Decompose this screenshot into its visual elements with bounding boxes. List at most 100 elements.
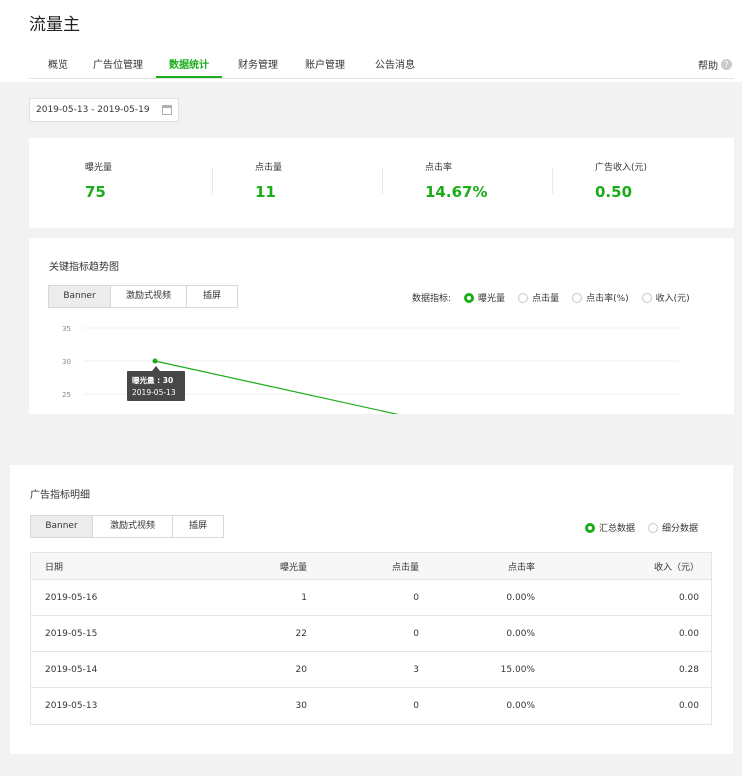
help-link[interactable]: 帮助 ?: [698, 57, 732, 72]
stat-label: 广告收入(元): [595, 163, 648, 173]
table-header: 日期 曝光量 点击量 点击率 收入（元）: [31, 553, 711, 580]
divider: [382, 168, 383, 194]
stat-impressions: 曝光量 75: [85, 160, 112, 201]
cell-clicks: 0: [413, 628, 419, 639]
table-row: 2019-05-15 22 0 0.00% 0.00: [31, 616, 711, 652]
cell-revenue: 0.00: [678, 592, 699, 603]
cell-date: 2019-05-15: [45, 628, 98, 639]
stat-revenue: 广告收入(元) 0.50: [595, 160, 647, 201]
metric-ctr[interactable]: 点击率(%): [572, 291, 629, 304]
stat-ctr: 点击率 14.67%: [425, 160, 487, 201]
help-label: 帮助: [698, 61, 718, 72]
view-breakdown[interactable]: 细分数据: [648, 521, 698, 534]
cell-impressions: 22: [295, 628, 307, 639]
cell-ctr: 15.00%: [500, 664, 535, 675]
detail-banner-button[interactable]: Banner: [31, 516, 93, 537]
stat-value: 14.67%: [425, 183, 488, 201]
radio-checked-icon: [585, 522, 595, 533]
radio-icon: [572, 292, 583, 303]
tooltip-line-1: 曝光量 : 30: [132, 375, 173, 385]
tooltip-line-2: 2019-05-13: [132, 388, 176, 397]
y-tick-label: 30: [62, 358, 71, 366]
trend-chart: 35 30 25 曝光量 : 30 2019-05-13: [62, 325, 679, 414]
view-text: 汇总数据: [599, 524, 636, 534]
cell-revenue: 0.00: [678, 628, 699, 639]
summary-card: 曝光量 75 点击量 11 点击率 14.67% 广告收入(元) 0.50: [29, 138, 734, 228]
metric-text: 曝光量: [478, 294, 506, 304]
upper-panel: 流量主 概览 广告位管理 数据统计 财务管理 账户管理 公告消息 帮助 ? 20…: [0, 0, 742, 414]
cell-ctr: 0.00%: [506, 592, 535, 603]
y-tick-label: 25: [62, 391, 71, 399]
metric-text: 收入(元): [655, 294, 690, 304]
view-selector: 汇总数据 细分数据: [572, 521, 698, 534]
main-nav: 概览 广告位管理 数据统计 财务管理 账户管理 公告消息 帮助 ?: [29, 49, 734, 79]
col-revenue: 收入（元）: [653, 562, 699, 573]
trend-rewarded-video-button[interactable]: 激励式视频: [111, 286, 187, 307]
detail-title: 广告指标明细: [30, 490, 90, 501]
divider: [212, 168, 213, 194]
trend-ad-type-switch: Banner 激励式视频 插屏: [48, 285, 238, 308]
date-range-value: 2019-05-13 - 2019-05-19: [36, 105, 150, 115]
table-row: 2019-05-16 1 0 0.00% 0.00: [31, 580, 711, 616]
view-text: 细分数据: [662, 524, 699, 534]
radio-icon: [518, 292, 529, 303]
help-icon: ?: [721, 59, 732, 70]
stat-label: 点击率: [425, 163, 453, 173]
col-impressions: 曝光量: [279, 562, 307, 573]
tab-overview[interactable]: 概览: [43, 56, 73, 78]
cell-revenue: 0.00: [678, 701, 699, 711]
tab-finance[interactable]: 财务管理: [237, 56, 279, 78]
cell-revenue: 0.28: [678, 664, 699, 675]
cell-impressions: 1: [301, 592, 307, 603]
date-range-picker[interactable]: 2019-05-13 - 2019-05-19: [29, 98, 179, 122]
radio-icon: [648, 522, 659, 533]
trend-banner-button[interactable]: Banner: [49, 286, 111, 307]
tab-account[interactable]: 账户管理: [304, 56, 346, 78]
stat-label: 曝光量: [85, 163, 113, 173]
detail-ad-type-switch: Banner 激励式视频 插屏: [30, 515, 224, 538]
stat-clicks: 点击量 11: [255, 160, 282, 201]
metric-selector: 数据指标: 曝光量 点击量 点击率(%) 收入(元): [412, 291, 690, 304]
col-date: 日期: [45, 562, 64, 573]
cell-clicks: 0: [413, 592, 419, 603]
stat-value: 75: [85, 183, 106, 201]
stat-value: 11: [255, 183, 276, 201]
cell-clicks: 0: [413, 701, 419, 711]
cell-impressions: 20: [295, 664, 307, 675]
detail-card: 广告指标明细 Banner 激励式视频 插屏 汇总数据 细分数据 日期 曝光量 …: [10, 465, 733, 754]
metric-impressions[interactable]: 曝光量: [464, 291, 505, 304]
metric-label: 数据指标:: [412, 294, 452, 304]
table-row: 2019-05-13 30 0 0.00% 0.00: [31, 688, 711, 724]
detail-rewarded-video-button[interactable]: 激励式视频: [93, 516, 173, 537]
cell-ctr: 0.00%: [506, 701, 535, 711]
cell-clicks: 3: [413, 664, 419, 675]
calendar-icon: [162, 105, 172, 115]
metric-revenue[interactable]: 收入(元): [641, 291, 690, 304]
detail-interstitial-button[interactable]: 插屏: [173, 516, 223, 537]
tab-announcements[interactable]: 公告消息: [374, 56, 416, 78]
detail-table: 日期 曝光量 点击量 点击率 收入（元） 2019-05-16 1 0 0.00…: [30, 552, 712, 725]
table-row: 2019-05-14 20 3 15.00% 0.28: [31, 652, 711, 688]
series-line: [154, 360, 399, 414]
stat-label: 点击量: [255, 163, 283, 173]
tab-data-stats[interactable]: 数据统计: [156, 56, 222, 78]
cell-date: 2019-05-13: [45, 701, 98, 711]
view-summary[interactable]: 汇总数据: [585, 521, 635, 534]
cell-ctr: 0.00%: [506, 628, 535, 639]
cell-date: 2019-05-16: [45, 592, 98, 603]
data-point: [152, 358, 158, 364]
metric-text: 点击率(%): [586, 294, 629, 304]
cell-date: 2019-05-14: [45, 664, 98, 675]
col-clicks: 点击量: [391, 562, 419, 573]
trend-interstitial-button[interactable]: 插屏: [187, 286, 237, 307]
metric-clicks[interactable]: 点击量: [518, 291, 559, 304]
radio-icon: [641, 292, 652, 303]
trend-title: 关键指标趋势图: [49, 262, 119, 273]
trend-card: 关键指标趋势图 Banner 激励式视频 插屏 数据指标: 曝光量 点击量 点击…: [29, 238, 734, 414]
cell-impressions: 30: [295, 701, 307, 711]
stat-value: 0.50: [595, 183, 633, 201]
metric-text: 点击量: [532, 294, 560, 304]
tooltip-arrow: [152, 366, 160, 371]
col-ctr: 点击率: [507, 562, 535, 573]
tab-ad-slots[interactable]: 广告位管理: [92, 56, 144, 78]
